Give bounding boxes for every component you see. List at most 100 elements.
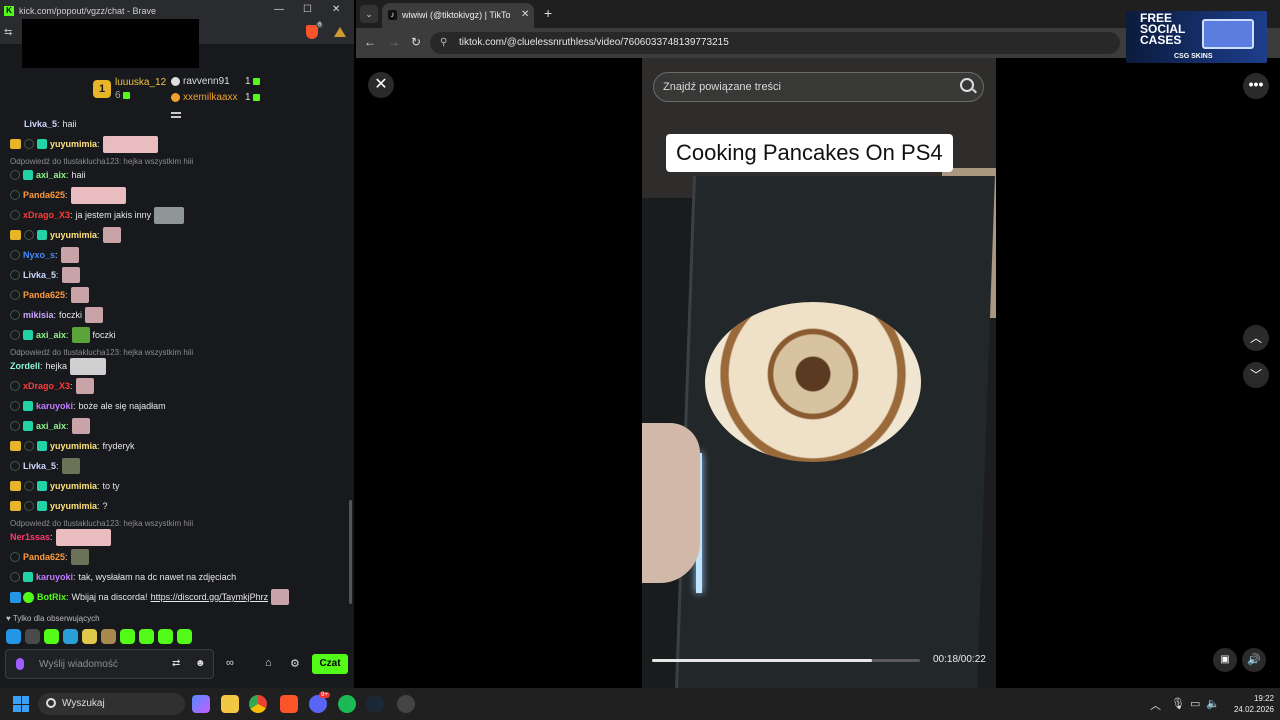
forward-icon[interactable]: → <box>388 35 400 49</box>
microphone-tray-icon[interactable]: 🎙 <box>1171 697 1185 710</box>
leader-first-name[interactable]: luuuska_12 <box>115 77 166 88</box>
followers-only-notice: ♥ Tylko dla obserwujących <box>6 614 100 623</box>
chat-message: Zordell: hejka <box>10 357 107 375</box>
emote-icon[interactable] <box>120 629 135 644</box>
chat-username[interactable]: mikisia <box>23 310 54 320</box>
chat-messages[interactable]: Livka_5: haii yuyumimia: Odpowiedź do tlu… <box>0 118 350 608</box>
site-settings-icon[interactable]: ⇆ <box>4 27 12 38</box>
chat-username[interactable]: karuyoki <box>36 401 73 411</box>
chat-username[interactable]: axi_aix <box>36 421 66 431</box>
ring-badge-icon <box>24 501 34 511</box>
windows-start-icon[interactable] <box>13 696 29 712</box>
chat-username[interactable]: Livka_5 <box>24 119 57 129</box>
chat-username[interactable]: yuyumimia <box>50 441 97 451</box>
chat-username[interactable]: xDrago_X3 <box>23 210 70 220</box>
volume-button[interactable]: 🔊 <box>1242 648 1266 672</box>
chat-username[interactable]: BotRix <box>37 592 66 602</box>
chat-username[interactable]: Livka_5 <box>23 461 56 471</box>
gift-badge-icon <box>37 441 47 451</box>
reload-icon[interactable]: ↻ <box>411 35 421 49</box>
next-video-button[interactable]: ﹀ <box>1243 362 1269 388</box>
emote-icon[interactable] <box>139 629 154 644</box>
back-icon[interactable]: ← <box>364 35 376 49</box>
leader-second[interactable]: ravvenn91 <box>171 76 230 87</box>
emote-icon[interactable] <box>82 629 97 644</box>
chat-message: axi_aix: foczki <box>10 326 116 344</box>
video-progress-bar[interactable] <box>652 659 920 662</box>
emote-icon[interactable] <box>101 629 116 644</box>
pip-button[interactable]: ▣ <box>1213 648 1237 672</box>
file-explorer-icon[interactable] <box>221 695 239 713</box>
chat-username[interactable]: axi_aix <box>36 330 66 340</box>
chat-username[interactable]: Nyxo_s <box>23 250 55 260</box>
site-info-icon[interactable]: ⚲ <box>440 37 447 48</box>
chat-message: Panda625: <box>10 186 126 204</box>
chat-message: yuyumimia: <box>10 135 158 153</box>
chat-username[interactable]: karuyoki <box>36 572 73 582</box>
kicks-icon[interactable]: ∞ <box>226 657 234 669</box>
emote-icon[interactable] <box>158 629 173 644</box>
taskbar-search-placeholder: Wyszukaj <box>62 698 105 709</box>
chat-username[interactable]: yuyumimia <box>50 139 97 149</box>
tab-tiktok[interactable]: ♪ wiwiwi (@tiktokivgz) | TikTok ✕ <box>382 3 534 28</box>
ring-badge-icon <box>24 230 34 240</box>
chat-scrollbar[interactable] <box>349 500 352 604</box>
chat-username[interactable]: Livka_5 <box>23 270 56 280</box>
brave-icon[interactable] <box>280 695 298 713</box>
emote-icon[interactable] <box>44 629 59 644</box>
search-icon[interactable] <box>960 78 974 92</box>
emote-icon[interactable] <box>6 629 21 644</box>
url-bar[interactable]: ⚲ tiktok.com/@cluelessnruthless/video/76… <box>430 32 1120 54</box>
chat-username[interactable]: Panda625 <box>23 190 65 200</box>
microphone-icon[interactable] <box>16 658 24 670</box>
tab-close-icon[interactable]: ✕ <box>521 9 529 20</box>
taskbar-clock[interactable]: 19:22 24.02.2026 <box>1224 693 1274 715</box>
chat-username[interactable]: yuyumimia <box>50 501 97 511</box>
ad-banner[interactable]: FREE SOCIAL CASES CSG SKINS <box>1126 11 1267 63</box>
chat-username[interactable]: axi_aix <box>36 170 66 180</box>
emote-icon[interactable] <box>63 629 78 644</box>
chat-username[interactable]: Zordell <box>10 361 40 371</box>
close-window-icon[interactable]: ✕ <box>332 4 340 15</box>
translate-icon[interactable]: ⇄ <box>172 659 182 669</box>
more-options-button[interactable]: ••• <box>1243 73 1269 99</box>
close-video-button[interactable]: ✕ <box>368 72 394 98</box>
chat-username[interactable]: yuyumimia <box>50 481 97 491</box>
leader-third[interactable]: xxemilkaaxx <box>171 92 237 103</box>
maximize-icon[interactable]: ☐ <box>303 4 312 15</box>
store-icon[interactable]: ⌂ <box>265 657 272 669</box>
chat-username[interactable]: Panda625 <box>23 290 65 300</box>
settings-gear-icon[interactable]: ⚙ <box>290 657 300 670</box>
tab-search-chevron-icon[interactable]: ⌄ <box>360 5 378 23</box>
chrome-icon[interactable] <box>249 695 267 713</box>
chat-username[interactable]: yuyumimia <box>50 230 97 240</box>
video-player[interactable]: Znajdź powiązane treści Cooking Pancakes… <box>642 58 996 688</box>
new-tab-icon[interactable]: + <box>544 5 552 21</box>
steam-icon[interactable] <box>366 695 384 713</box>
copilot-icon[interactable] <box>192 695 210 713</box>
spotify-icon[interactable] <box>338 695 356 713</box>
taskbar-search[interactable]: Wyszukaj <box>38 693 185 715</box>
related-search-input[interactable]: Znajdź powiązane treści <box>653 72 984 102</box>
gift-badge-icon <box>37 230 47 240</box>
volume-tray-icon[interactable]: 🔈 <box>1206 697 1220 710</box>
send-chat-button[interactable]: Czat <box>312 654 348 674</box>
chat-username[interactable]: xDrago_X3 <box>23 381 70 391</box>
related-search-placeholder: Znajdź powiązane treści <box>663 81 782 93</box>
emote-icon[interactable] <box>177 629 192 644</box>
chat-link[interactable]: https://discord.gg/TaymkjPhrz <box>151 592 269 602</box>
brave-rewards-icon[interactable] <box>334 27 346 37</box>
obs-icon[interactable] <box>397 695 415 713</box>
crown-badge-icon <box>10 441 21 451</box>
chat-message: yuyumimia:? <box>10 497 108 515</box>
emoji-icon[interactable]: ☻ <box>195 659 206 669</box>
message-input[interactable]: Wyślij wiadomość ⇄ ☻ <box>5 649 214 679</box>
tray-chevron-icon[interactable]: ︿ <box>1150 697 1161 713</box>
network-icon[interactable]: ▭ <box>1190 697 1200 710</box>
chat-username[interactable]: Ner1ssas <box>10 532 50 542</box>
minimize-icon[interactable]: — <box>274 4 284 15</box>
chat-username[interactable]: Panda625 <box>23 552 65 562</box>
previous-video-button[interactable]: ︿ <box>1243 325 1269 351</box>
emote-icon[interactable] <box>25 629 40 644</box>
ring-badge-icon <box>10 290 20 300</box>
